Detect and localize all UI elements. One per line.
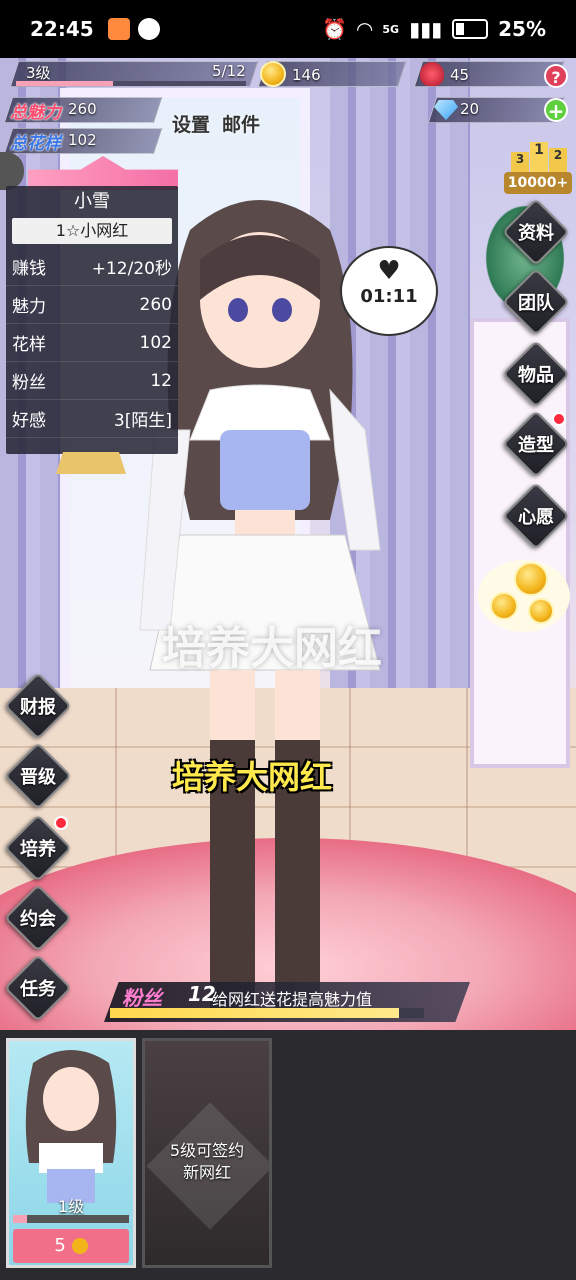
- upgrade-cost-button[interactable]: 5: [13, 1229, 129, 1263]
- character-stats-panel: 小雪 1☆小网红 赚钱 +12/20秒 魅力 260 花样 102 粉丝 12 好感 3[…: [6, 186, 178, 454]
- locked-text-line2: 新网红: [182, 1163, 231, 1182]
- coin-icon: [260, 61, 286, 87]
- ranking-podium-icon[interactable]: 3 1 2: [508, 136, 570, 172]
- battery-icon: [452, 19, 489, 39]
- stat-row-pattern: 花样 102: [6, 324, 178, 362]
- panel-collapse-tab[interactable]: [56, 452, 126, 474]
- card-progress-track: [13, 1215, 129, 1223]
- add-diamond-button[interactable]: +: [544, 98, 568, 122]
- fans-progress-fill: [110, 1008, 399, 1018]
- team-button[interactable]: 团队: [506, 272, 566, 332]
- total-pattern-label: 总花样: [10, 134, 61, 154]
- status-bar: 22:45 ⏰ ◠ 5G ▮▮▮ 25%: [0, 0, 576, 58]
- alarm-icon: ⏰: [322, 17, 348, 41]
- stat-row-affection: 好感 3[陌生]: [6, 400, 178, 438]
- card-level: 1级: [57, 1197, 85, 1216]
- settings-link[interactable]: 设置: [172, 110, 210, 137]
- coin-count: 146: [292, 66, 321, 84]
- fans-tip: 给网红送花提高魅力值: [212, 990, 373, 1009]
- stat-row-charm: 魅力 260: [6, 286, 178, 324]
- player-exp: 5/12: [212, 62, 246, 80]
- fans-label: 粉丝: [122, 986, 162, 1010]
- roster-card-xiaoxue[interactable]: 1级 5: [6, 1038, 136, 1268]
- promote-button[interactable]: 晋级: [8, 746, 68, 806]
- heart-timer-bubble[interactable]: ♥ 01:11: [340, 246, 438, 336]
- character-title: 1☆小网红: [12, 218, 172, 244]
- video-subtitle: 培养大网红: [172, 758, 333, 796]
- wifi-icon: ◠: [357, 17, 373, 41]
- wechat-icon: [137, 18, 160, 40]
- signal-icon: ▮▮▮: [409, 17, 443, 41]
- total-charm-value: 260: [68, 100, 97, 118]
- finance-button[interactable]: 财报: [8, 676, 68, 736]
- caption-watermark: 培养大网红: [162, 623, 382, 674]
- locked-text-line1: 5级可签约: [169, 1141, 245, 1160]
- help-button[interactable]: ?: [544, 64, 568, 88]
- train-badge: [54, 816, 68, 830]
- profile-button[interactable]: 资料: [506, 202, 566, 262]
- ranking-badge[interactable]: 10000+: [504, 172, 572, 194]
- coin-icon: [490, 592, 518, 620]
- network-type: 5G: [382, 22, 400, 36]
- upgrade-cost: 5: [54, 1235, 66, 1256]
- total-pattern-value: 102: [68, 131, 97, 149]
- character-portrait-icon: [25, 1050, 117, 1203]
- card-progress-fill: [13, 1215, 27, 1223]
- date-button[interactable]: 约会: [8, 888, 68, 948]
- stat-row-fans: 粉丝 12: [6, 362, 178, 400]
- items-button[interactable]: 物品: [506, 344, 566, 404]
- exp-progress-fill: [16, 81, 113, 86]
- roster-card-locked[interactable]: 5级可签约 新网红: [142, 1038, 272, 1268]
- tasks-button[interactable]: 任务: [8, 958, 68, 1018]
- coin-icon: [514, 562, 548, 596]
- stat-row-income: 赚钱 +12/20秒: [6, 248, 178, 286]
- exp-progress-track: [16, 81, 246, 86]
- app-notification-icon: [107, 18, 130, 40]
- coin-bubble[interactable]: [478, 560, 570, 632]
- rose-count: 45: [450, 66, 470, 84]
- wish-button[interactable]: 心愿: [506, 486, 566, 546]
- coin-icon: [528, 598, 554, 624]
- heart-timer: 01:11: [360, 286, 418, 307]
- player-level: 3级: [26, 64, 51, 82]
- diamond-count: 20: [460, 100, 480, 118]
- styling-badge: [552, 412, 566, 426]
- total-charm-label: 总魅力: [10, 103, 61, 123]
- character-name: 小雪: [74, 191, 110, 212]
- rose-icon: [420, 62, 444, 86]
- finger-heart-icon: ♥: [377, 256, 401, 286]
- clock: 22:45: [30, 17, 94, 41]
- coin-icon: [71, 1238, 88, 1254]
- battery-percent: 25%: [498, 17, 546, 41]
- mail-link[interactable]: 邮件: [222, 110, 260, 137]
- fans-progress-track: [110, 1008, 424, 1018]
